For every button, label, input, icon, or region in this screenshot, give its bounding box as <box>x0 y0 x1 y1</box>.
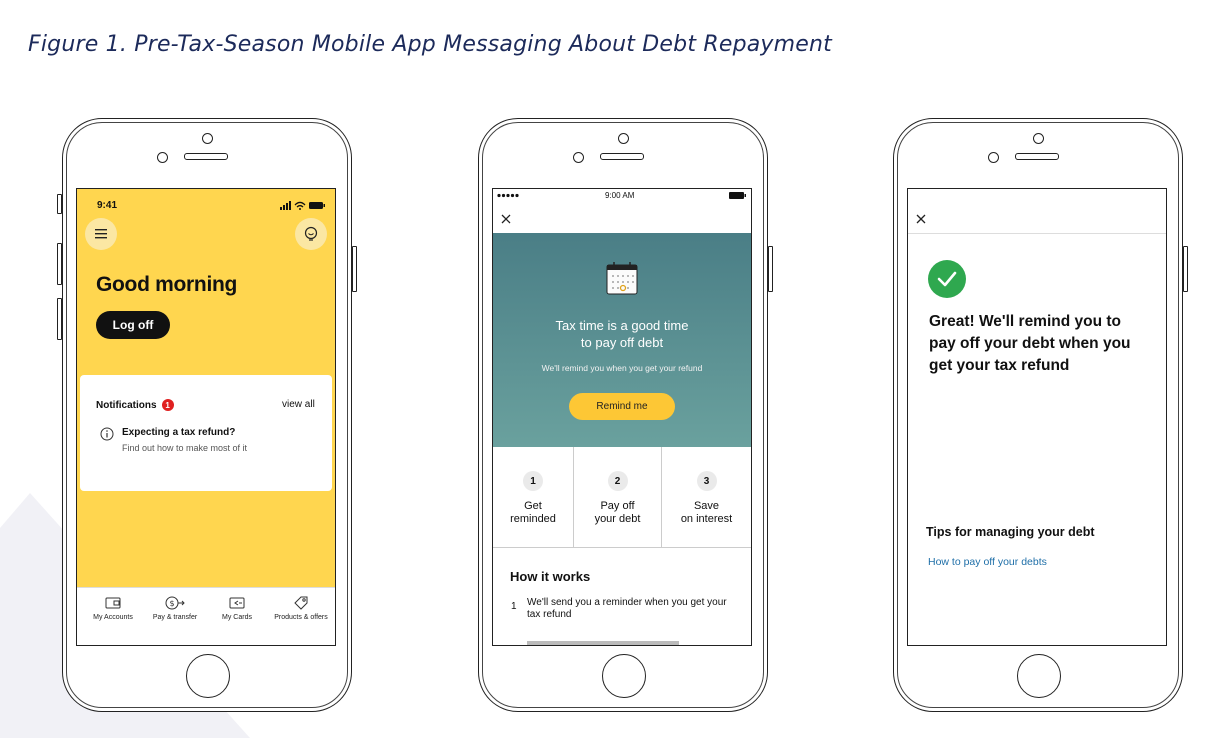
hero-panel: Tax time is a good time to pay off debt … <box>493 233 751 447</box>
hero-title-line2: to pay off debt <box>580 335 664 350</box>
cards-icon <box>229 597 245 609</box>
remind-me-button[interactable]: Remind me <box>569 393 675 420</box>
checkmark-icon <box>937 271 957 287</box>
clipped-text-fragment <box>527 641 679 645</box>
notifications-card: Notifications 1 view all Expecting a tax… <box>80 375 332 491</box>
nav-my-accounts[interactable]: My Accounts <box>81 596 145 621</box>
nav-label: Pay & transfer <box>152 614 198 621</box>
screen: Great! We'll remind you to pay off your … <box>907 188 1167 646</box>
signal-dots-icon <box>497 193 519 198</box>
bottom-nav: My Accounts $ Pay & transfer My Cards Pr… <box>77 587 335 645</box>
tag-icon <box>294 596 308 610</box>
step-number: 1 <box>523 471 543 491</box>
menu-button[interactable] <box>85 218 117 250</box>
nav-label: My Accounts <box>93 614 133 621</box>
close-icon[interactable] <box>501 214 511 224</box>
svg-text:$: $ <box>170 599 175 608</box>
hero-title-line1: Tax time is a good time <box>555 318 689 333</box>
nav-label: My Cards <box>222 614 252 621</box>
step-item: 3 Save on interest <box>662 447 751 547</box>
view-all-link[interactable]: view all <box>282 399 315 410</box>
greeting-heading: Good morning <box>96 273 238 296</box>
step-item: 1 Get reminded <box>493 447 574 547</box>
home-button[interactable] <box>1017 654 1061 698</box>
notifications-label: Notifications <box>96 399 157 411</box>
close-icon[interactable] <box>916 214 926 224</box>
step-label: Save on interest <box>680 500 733 525</box>
status-time: 9:41 <box>97 200 118 211</box>
nav-pay-transfer[interactable]: $ Pay & transfer <box>143 596 207 621</box>
nav-products-offers[interactable]: Products & offers <box>269 596 333 621</box>
battery-icon <box>729 192 746 199</box>
lightbulb-chat-icon <box>304 226 318 241</box>
screen: 9:41 Good morning Log off Notifications … <box>76 188 336 646</box>
notification-subtitle: Find out how to make most of it <box>122 443 248 453</box>
notifications-count-badge: 1 <box>161 399 174 411</box>
step-item: 2 Pay off your debt <box>574 447 662 547</box>
status-time: 9:00 AM <box>605 191 635 200</box>
status-indicators-icon <box>280 201 325 210</box>
assistant-button[interactable] <box>295 218 327 250</box>
confirmation-text: Great! We'll remind you to pay off your … <box>929 313 1131 374</box>
tips-title: Tips for managing your debt <box>926 525 1095 539</box>
calendar-icon <box>606 262 638 295</box>
figure-title: Figure 1. Pre-Tax-Season Mobile App Mess… <box>28 32 832 57</box>
home-button[interactable] <box>186 654 230 698</box>
how-item-text: We'll send you a reminder when you get y… <box>527 597 727 620</box>
screen: 9:00 AM Tax time is a good time to pay o… <box>492 188 752 646</box>
step-label: Pay off your debt <box>594 500 641 525</box>
step-number: 3 <box>696 471 717 491</box>
how-item-number: 1 <box>511 601 517 612</box>
hamburger-icon <box>95 229 107 239</box>
phone-tax-time-screen: 9:00 AM Tax time is a good time to pay o… <box>478 118 773 712</box>
notification-item[interactable]: Expecting a tax refund? Find out how to … <box>100 427 320 463</box>
home-button[interactable] <box>602 654 646 698</box>
step-number: 2 <box>607 471 628 491</box>
success-check <box>928 260 966 298</box>
nav-label: Products & offers <box>274 614 328 621</box>
hero-subtitle: We'll remind you when you get your refun… <box>541 363 703 373</box>
info-icon <box>100 427 114 441</box>
phone-home-screen: 9:41 Good morning Log off Notifications … <box>57 118 357 712</box>
step-label: Get reminded <box>510 500 556 525</box>
log-off-button[interactable]: Log off <box>96 311 170 339</box>
phone-confirmation-screen: Great! We'll remind you to pay off your … <box>893 118 1188 712</box>
tips-link[interactable]: How to pay off your debts <box>928 556 1047 568</box>
how-it-works-title: How it works <box>510 569 591 584</box>
pay-transfer-icon: $ <box>165 596 185 610</box>
wallet-icon <box>105 597 121 609</box>
steps-row: 1 Get reminded 2 Pay off your debt 3 Sav… <box>493 447 751 548</box>
notification-title: Expecting a tax refund? <box>122 427 236 438</box>
nav-my-cards[interactable]: My Cards <box>205 596 269 621</box>
